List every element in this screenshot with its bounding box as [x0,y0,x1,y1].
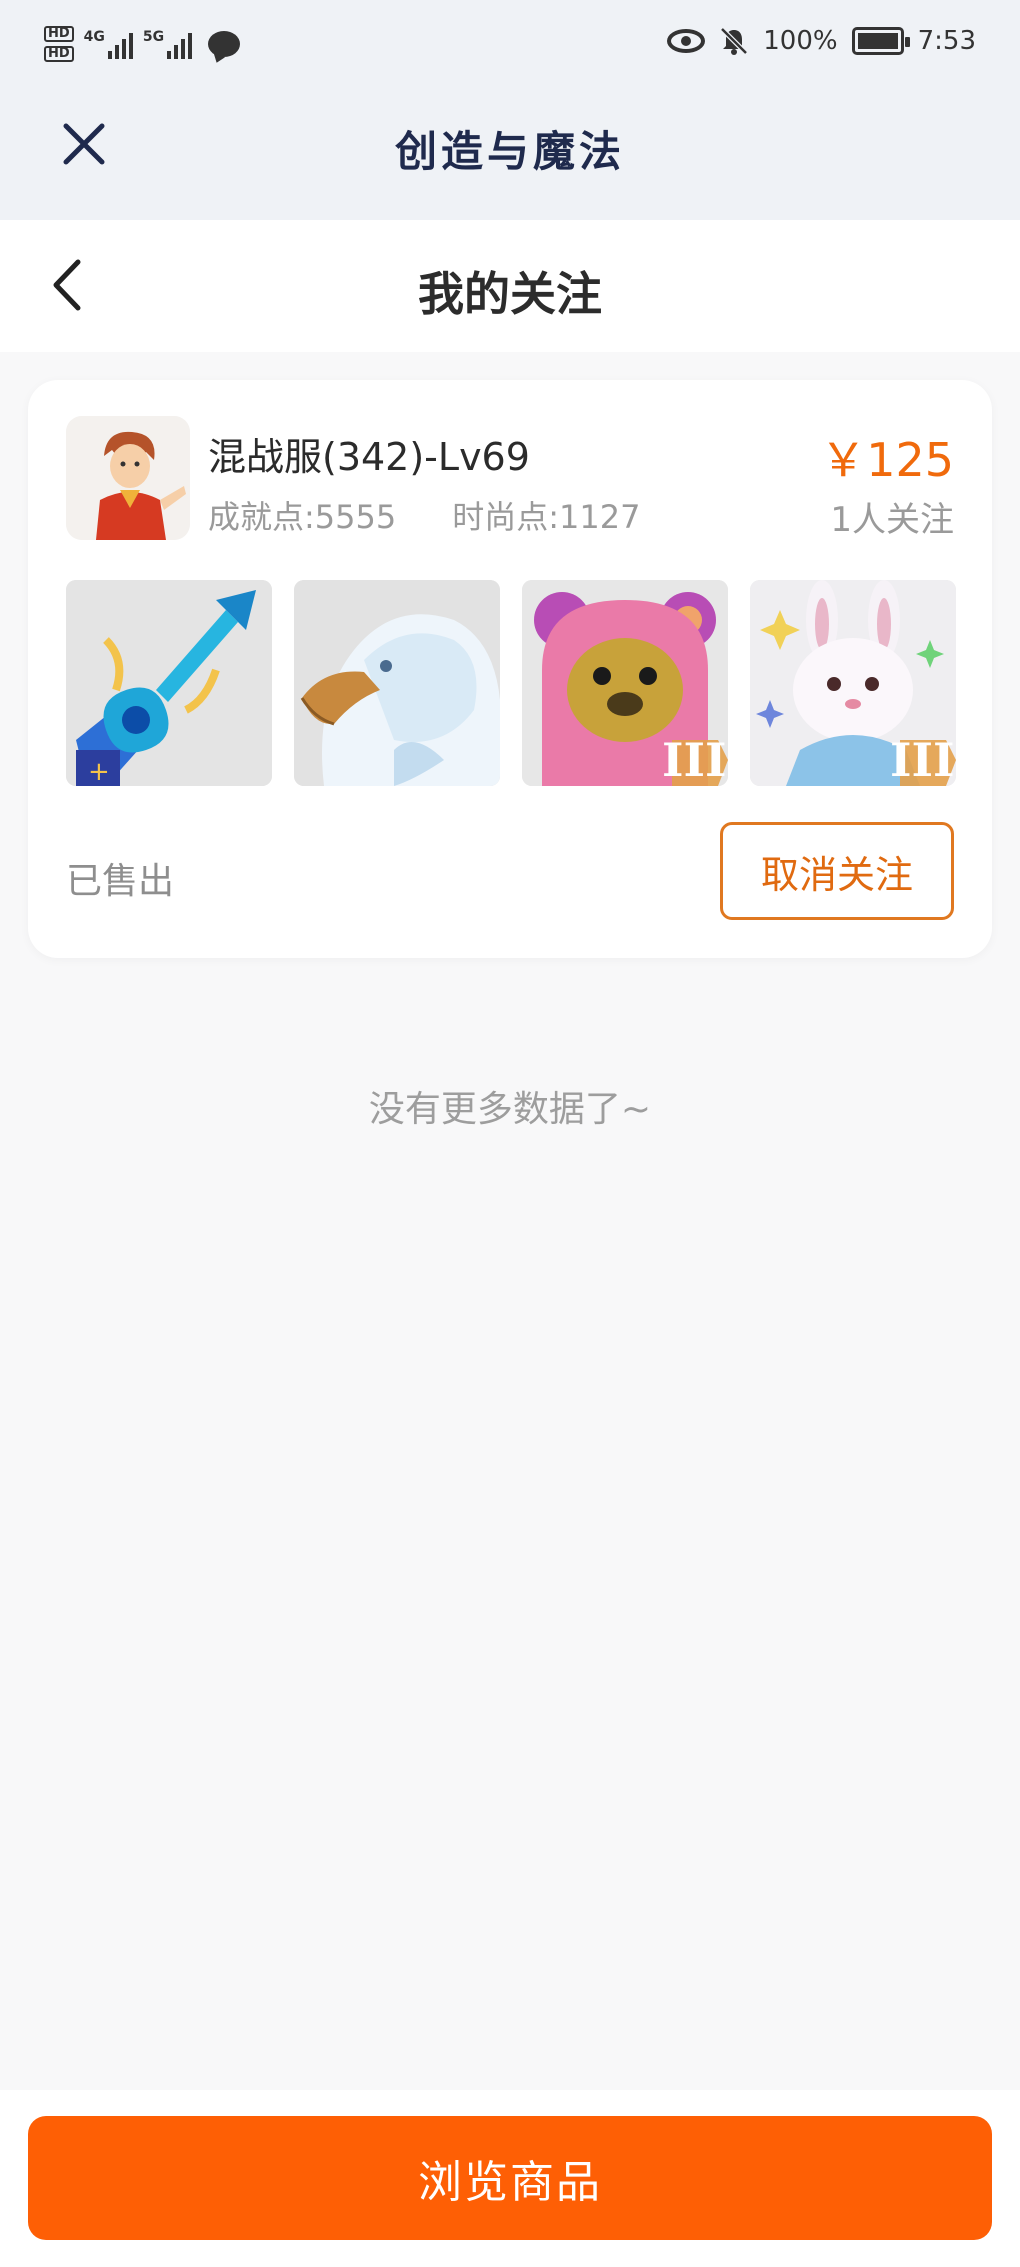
thumb-blue-guitar-weapon[interactable]: + [66,580,272,786]
thumb-white-rabbit-pet[interactable]: III [750,580,956,786]
chat-icon [208,31,241,57]
browse-products-button[interactable]: 浏览商品 [28,2116,992,2240]
followed-item-card[interactable]: 混战服(342)-Lv69 成就点:5555 时尚点:1127 ￥125 1人关… [28,380,992,958]
clock: 7:53 [917,26,976,56]
unfollow-button[interactable]: 取消关注 [720,822,954,920]
list-end-text: 没有更多数据了~ [368,1089,652,1130]
hd-badge-1: HD [44,26,74,42]
svg-text:III: III [662,733,727,786]
top-region: HD HD 4G 5G 100% 7:53 创造与魔法 [0,0,1020,220]
signal-icon [107,29,133,59]
hd-indicators: HD HD [44,26,74,62]
signal-4g: 4G [84,29,133,59]
eye-icon [667,29,706,53]
svg-text:III: III [890,733,955,786]
svg-text:+: + [88,757,110,786]
fashion-points: 时尚点:1127 [452,498,641,536]
hd-badge-2: HD [44,46,74,62]
status-right: 100% 7:53 [667,26,976,56]
signal-5g: 5G [142,29,193,59]
thumb-white-griffin-mount[interactable] [294,580,500,786]
network-4g-label: 4G [83,29,105,45]
battery-icon [851,27,910,55]
bell-off-icon [719,26,749,56]
page-header: 我的关注 [0,220,1020,352]
server-name: 混战服(342)-Lv69 [208,435,530,479]
battery-percent: 100% [763,26,838,56]
bottom-bar: 浏览商品 [0,2090,1020,2267]
follower-count: 1人关注 [830,500,954,540]
stats-row: 成就点:5555 时尚点:1127 [208,492,640,538]
sold-status: 已售出 [66,861,175,902]
signal-icon [167,29,193,59]
price: ￥125 [820,433,954,487]
status-left: HD HD 4G 5G [44,26,241,62]
app-title-bar: 创造与魔法 [0,96,1020,220]
character-avatar [66,416,190,540]
network-5g-label: 5G [142,29,165,45]
achievement-points: 成就点:5555 [208,498,397,536]
status-bar: HD HD 4G 5G 100% 7:53 [0,0,1020,96]
app-title: 创造与魔法 [394,127,625,176]
item-thumbnails: + III III [66,580,956,786]
thumb-pink-bear-pet[interactable]: III [522,580,728,786]
page-title: 我的关注 [418,267,602,321]
